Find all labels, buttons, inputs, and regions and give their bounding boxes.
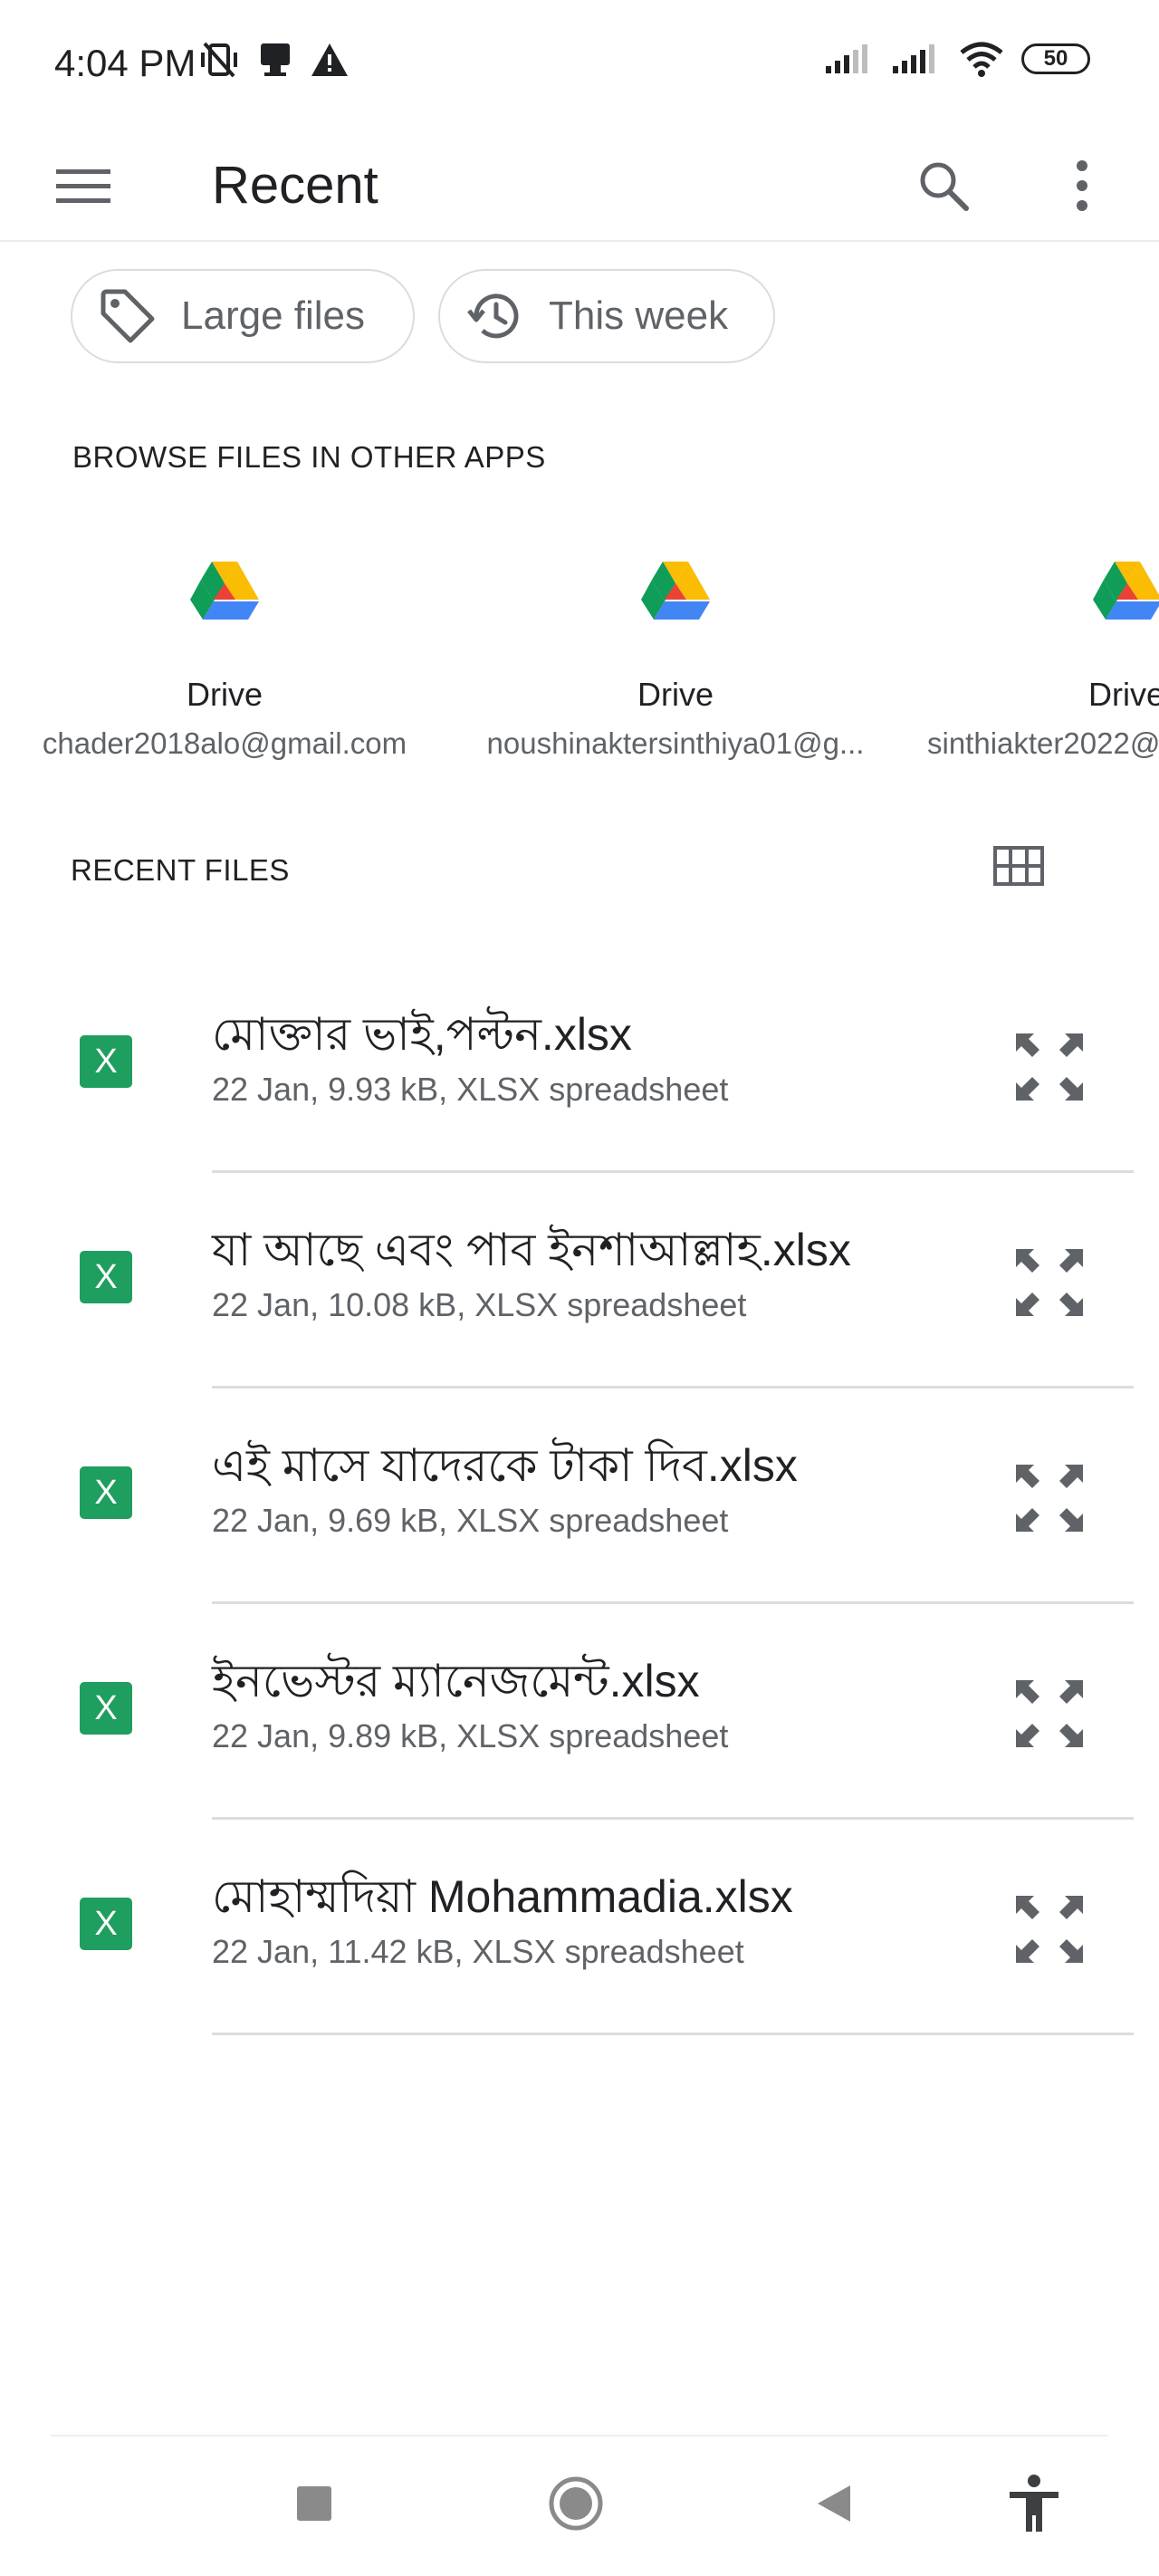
chip-label: This week bbox=[549, 293, 729, 338]
chip-label: Large files bbox=[181, 293, 366, 338]
search-icon bbox=[920, 162, 969, 211]
status-icons-left bbox=[197, 40, 350, 80]
accessibility-icon bbox=[1010, 2475, 1058, 2532]
file-meta: 22 Jan, 11.42 kB, XLSX spreadsheet bbox=[212, 1933, 744, 1970]
menu-button[interactable] bbox=[47, 149, 120, 222]
more-options-button[interactable] bbox=[1046, 149, 1118, 222]
warning-icon bbox=[311, 43, 348, 76]
expand-icon[interactable] bbox=[1011, 1244, 1088, 1322]
app-tile-drive[interactable]: Drive noushinaktersinthiya01@g... bbox=[458, 551, 893, 761]
app-tile-drive[interactable]: Drive chader2018alo@gmail.com bbox=[7, 551, 442, 761]
google-drive-icon bbox=[641, 562, 710, 620]
divider bbox=[212, 2033, 1134, 2035]
xlsx-file-icon: X bbox=[80, 1466, 132, 1519]
signal-icon bbox=[826, 44, 867, 73]
file-name: এই মাসে যাদেরকে টাকা দিব.xlsx bbox=[212, 1440, 798, 1491]
status-time: 4:04 PM bbox=[54, 42, 196, 84]
xlsx-file-icon: X bbox=[80, 1682, 132, 1735]
file-name: মোক্তার ভাই,পল্টন.xlsx bbox=[212, 1009, 632, 1060]
google-drive-icon bbox=[1093, 562, 1159, 620]
recents-button[interactable] bbox=[278, 2467, 350, 2540]
recent-files-heading: RECENT FILES bbox=[71, 853, 290, 887]
back-triangle-icon bbox=[818, 2485, 850, 2522]
recents-square-icon bbox=[297, 2486, 331, 2521]
file-row[interactable]: X মোক্তার ভাই,পল্টন.xlsx 22 Jan, 9.93 kB… bbox=[0, 957, 1159, 1173]
expand-icon[interactable] bbox=[1011, 1028, 1088, 1106]
expand-icon[interactable] bbox=[1011, 1675, 1088, 1753]
file-name: যা আছে এবং পাব ইনশাআল্লাহ.xlsx bbox=[212, 1225, 851, 1275]
xlsx-file-icon: X bbox=[80, 1251, 132, 1303]
wifi-icon bbox=[960, 42, 1003, 77]
status-bar: 4:04 PM 50 bbox=[0, 0, 1159, 131]
grid-view-toggle[interactable] bbox=[987, 839, 1050, 893]
expand-icon[interactable] bbox=[1011, 1459, 1088, 1537]
app-account: noushinaktersinthiya01@g... bbox=[486, 726, 865, 760]
app-account: chader2018alo@gmail.com bbox=[42, 726, 407, 760]
app-tile-drive[interactable]: Drive sinthiakter2022@ bbox=[905, 551, 1159, 761]
xlsx-file-icon: X bbox=[80, 1035, 132, 1088]
home-button[interactable] bbox=[540, 2467, 612, 2540]
battery-icon: 50 bbox=[1021, 43, 1090, 74]
back-button[interactable] bbox=[797, 2467, 869, 2540]
more-vert-icon bbox=[1077, 160, 1087, 211]
app-tile-clip: Drive sinthiakter2022@ bbox=[905, 551, 1159, 768]
app-bar: Recent bbox=[0, 131, 1159, 242]
chip-this-week[interactable]: This week bbox=[438, 269, 775, 363]
status-icons-right: 50 bbox=[824, 40, 1090, 78]
file-row[interactable]: X এই মাসে যাদেরকে টাকা দিব.xlsx 22 Jan, … bbox=[0, 1389, 1159, 1604]
signal-icon bbox=[893, 44, 934, 73]
page-title: Recent bbox=[212, 156, 378, 215]
file-meta: 22 Jan, 9.93 kB, XLSX spreadsheet bbox=[212, 1071, 729, 1108]
file-meta: 22 Jan, 9.69 kB, XLSX spreadsheet bbox=[212, 1502, 729, 1539]
tag-icon bbox=[101, 289, 155, 343]
app-name: Drive bbox=[186, 676, 263, 713]
file-meta: 22 Jan, 9.89 kB, XLSX spreadsheet bbox=[212, 1717, 729, 1754]
battery-level: 50 bbox=[1043, 46, 1068, 71]
browse-heading: BROWSE FILES IN OTHER APPS bbox=[72, 440, 546, 474]
vibrate-off-icon bbox=[201, 42, 237, 78]
search-button[interactable] bbox=[907, 149, 980, 222]
app-name: Drive bbox=[637, 676, 714, 713]
notification-icon bbox=[261, 43, 290, 76]
grid-view-icon bbox=[993, 846, 1044, 886]
file-meta: 22 Jan, 10.08 kB, XLSX spreadsheet bbox=[212, 1286, 747, 1323]
file-name: মোহাম্মদিয়া Mohammadia.xlsx bbox=[212, 1871, 793, 1922]
chip-large-files[interactable]: Large files bbox=[71, 269, 415, 363]
history-icon bbox=[467, 293, 519, 339]
google-drive-icon bbox=[190, 562, 259, 620]
app-account: sinthiakter2022@ bbox=[927, 726, 1159, 760]
home-circle-icon bbox=[549, 2476, 603, 2531]
file-row[interactable]: X ইনভেস্টর ম্যানেজমেন্ট.xlsx 22 Jan, 9.8… bbox=[0, 1604, 1159, 1820]
xlsx-file-icon: X bbox=[80, 1898, 132, 1950]
file-name: ইনভেস্টর ম্যানেজমেন্ট.xlsx bbox=[212, 1656, 700, 1706]
file-row[interactable]: X মোহাম্মদিয়া Mohammadia.xlsx 22 Jan, 1… bbox=[0, 1820, 1159, 2035]
file-row[interactable]: X যা আছে এবং পাব ইনশাআল্লাহ.xlsx 22 Jan,… bbox=[0, 1173, 1159, 1389]
nav-divider bbox=[51, 2435, 1108, 2437]
expand-icon[interactable] bbox=[1011, 1890, 1088, 1968]
menu-icon bbox=[56, 169, 110, 203]
accessibility-button[interactable] bbox=[998, 2467, 1070, 2540]
app-name: Drive bbox=[1088, 676, 1159, 713]
